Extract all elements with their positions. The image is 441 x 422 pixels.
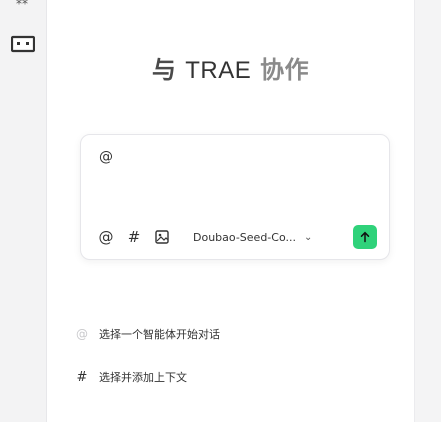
composer-toolbar: @ # Doubao-Seed-Co... ⌄ <box>95 225 377 249</box>
title-prefix: 与 <box>151 56 177 84</box>
title-brand: TRAE <box>185 57 252 84</box>
chat-panel: 与 TRAE 协作 @ @ # Doubao-Seed-Co... ⌄ @ 选择… <box>47 0 414 422</box>
activity-rail: ⁂ <box>0 0 47 422</box>
chat-input[interactable]: @ <box>99 149 113 165</box>
sparkle-icon[interactable]: ⁂ <box>12 0 32 6</box>
page-title: 与 TRAE 协作 <box>47 50 414 85</box>
chat-composer[interactable]: @ @ # Doubao-Seed-Co... ⌄ <box>80 134 390 260</box>
model-select[interactable]: Doubao-Seed-Co... ⌄ <box>193 231 312 244</box>
title-suffix: 协作 <box>260 56 310 84</box>
send-button[interactable] <box>353 225 377 249</box>
at-icon: @ <box>76 327 88 341</box>
hint-select-agent[interactable]: @ 选择一个智能体开始对话 <box>73 326 220 342</box>
arrow-up-icon <box>360 231 370 243</box>
hash-icon: # <box>76 369 88 385</box>
at-icon[interactable]: @ <box>95 226 117 248</box>
chevron-down-icon: ⌄ <box>303 231 313 243</box>
hash-icon[interactable]: # <box>123 226 145 248</box>
hint-label: 选择一个智能体开始对话 <box>99 328 220 341</box>
model-label: Doubao-Seed-Co... <box>193 230 296 244</box>
hint-add-context[interactable]: # 选择并添加上下文 <box>73 369 187 385</box>
image-icon[interactable] <box>151 226 173 248</box>
right-panel-edge <box>414 0 441 422</box>
hint-label: 选择并添加上下文 <box>99 371 187 384</box>
chat-window-icon[interactable] <box>10 35 36 53</box>
